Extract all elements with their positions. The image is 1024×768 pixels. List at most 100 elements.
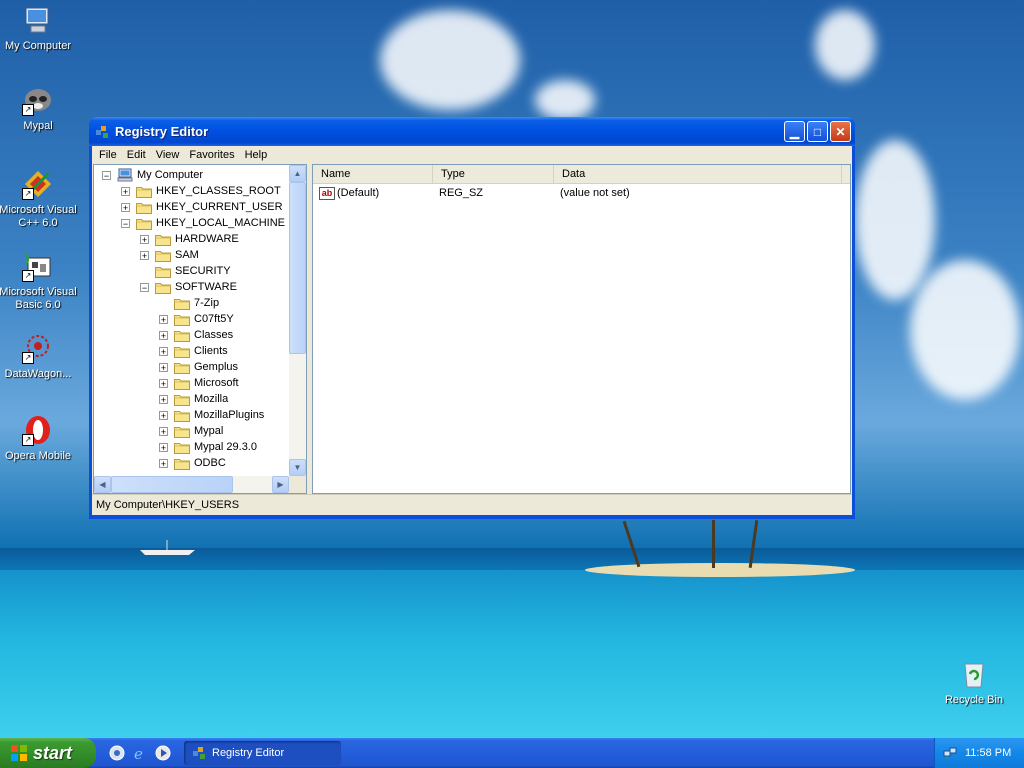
scroll-thumb[interactable]: [111, 476, 233, 493]
values-list-pane[interactable]: Name Type Data ab (Default) REG_SZ (valu…: [312, 164, 851, 494]
scroll-up-button[interactable]: ▲: [289, 165, 306, 182]
value-name: (Default): [337, 187, 380, 199]
expand-icon[interactable]: +: [140, 234, 149, 244]
column-header-type[interactable]: Type: [433, 165, 554, 183]
tree-node[interactable]: + HARDWARE: [94, 231, 289, 247]
tree-node[interactable]: + MozillaPlugins: [94, 407, 289, 423]
internet-explorer-icon[interactable]: e: [131, 744, 149, 762]
column-header-data[interactable]: Data: [554, 165, 842, 183]
tree-node[interactable]: − My Computer: [94, 167, 289, 183]
scroll-left-button[interactable]: ◀: [94, 476, 111, 493]
expand-icon[interactable]: +: [159, 314, 168, 324]
expand-icon[interactable]: +: [159, 410, 168, 420]
expand-icon[interactable]: +: [140, 250, 149, 260]
menu-edit[interactable]: Edit: [122, 148, 151, 162]
folder-icon: [174, 345, 190, 358]
tree-node[interactable]: + Gemplus: [94, 359, 289, 375]
expand-icon[interactable]: +: [159, 330, 168, 340]
tree-node[interactable]: SECURITY: [94, 263, 289, 279]
menu-view[interactable]: View: [151, 148, 185, 162]
tree-node-label: Mozilla: [194, 393, 229, 405]
folder-icon: [136, 201, 152, 214]
desktop-icon-label: My Computer: [4, 40, 72, 52]
tree-node[interactable]: + HKEY_CURRENT_USER: [94, 199, 289, 215]
tree-node[interactable]: + HKEY_CLASSES_ROOT: [94, 183, 289, 199]
tree-node-label: SECURITY: [175, 265, 231, 277]
tree-node-label: ODBC: [194, 457, 226, 469]
menu-favorites[interactable]: Favorites: [184, 148, 239, 162]
media-player-icon[interactable]: [154, 744, 172, 762]
start-button[interactable]: start: [0, 738, 96, 768]
tree-node-label: Mypal: [194, 425, 224, 437]
desktop-icon-label: Microsoft Visual Basic 6.0: [0, 286, 77, 311]
svg-text:e: e: [134, 745, 143, 762]
minimize-icon: ▁: [789, 124, 800, 139]
tree-node[interactable]: − SOFTWARE: [94, 279, 289, 295]
network-icon[interactable]: [943, 746, 957, 760]
desktop-icon-recycle-bin[interactable]: Recycle Bin: [934, 658, 1014, 707]
expand-icon[interactable]: +: [121, 186, 130, 196]
desktop-icon-visual-basic[interactable]: ↗ Microsoft Visual Basic 6.0: [0, 250, 78, 312]
tree-node[interactable]: + Classes: [94, 327, 289, 343]
desktop-icon-mypal[interactable]: ↗ Mypal: [0, 84, 78, 133]
close-button[interactable]: ✕: [830, 121, 851, 142]
menu-file[interactable]: File: [94, 148, 122, 162]
desktop-icon-visual-cpp[interactable]: ↗ Microsoft Visual C++ 6.0: [0, 168, 78, 230]
tree-node[interactable]: + Mozilla: [94, 391, 289, 407]
collapse-icon[interactable]: −: [140, 282, 149, 292]
collapse-icon[interactable]: −: [102, 170, 111, 180]
expand-icon[interactable]: +: [159, 426, 168, 436]
minimize-button[interactable]: ▁: [784, 121, 805, 142]
expand-icon[interactable]: +: [159, 442, 168, 452]
tree-node[interactable]: 7-Zip: [94, 295, 289, 311]
system-tray: 11:58 PM: [934, 738, 1024, 768]
menu-help[interactable]: Help: [240, 148, 273, 162]
tree-node[interactable]: + C07ft5Y: [94, 311, 289, 327]
folder-icon: [174, 457, 190, 470]
collapse-icon[interactable]: −: [121, 218, 130, 228]
tree-node[interactable]: + Microsoft: [94, 375, 289, 391]
desktop-icon-my-computer[interactable]: My Computer: [0, 4, 78, 53]
tree-node[interactable]: + ODBC: [94, 455, 289, 471]
shortcut-arrow-icon: ↗: [22, 352, 34, 364]
list-item[interactable]: ab (Default) REG_SZ (value not set): [313, 184, 850, 202]
expand-icon[interactable]: +: [159, 362, 168, 372]
visual-basic-icon: ↗: [22, 250, 54, 282]
quicklaunch-desktop-icon[interactable]: [108, 744, 126, 762]
tree-vertical-scrollbar[interactable]: ▲ ▼: [289, 165, 306, 476]
registry-editor-window[interactable]: Registry Editor ▁ □ ✕ File Edit View Fav…: [89, 117, 855, 519]
column-header-name[interactable]: Name: [313, 165, 433, 183]
folder-icon: [174, 361, 190, 374]
taskbar-button-registry-editor[interactable]: Registry Editor: [184, 741, 341, 765]
start-label: start: [33, 742, 73, 763]
tree-node[interactable]: − HKEY_LOCAL_MACHINE: [94, 215, 289, 231]
tree-node-label: Microsoft: [194, 377, 239, 389]
key-tree-pane[interactable]: − My Computer + HKEY_CLASSES_ROOT + HKEY_CURR…: [93, 164, 307, 494]
list-header: Name Type Data: [313, 165, 850, 184]
tree-node[interactable]: + Mypal: [94, 423, 289, 439]
expand-icon[interactable]: +: [159, 458, 168, 468]
tree-node[interactable]: + Mypal 29.3.0: [94, 439, 289, 455]
maximize-button[interactable]: □: [807, 121, 828, 142]
clock[interactable]: 11:58 PM: [965, 747, 1011, 759]
expand-icon[interactable]: +: [121, 202, 130, 212]
desktop-icon-opera-mobile[interactable]: ↗ Opera Mobile: [0, 414, 78, 463]
expand-icon[interactable]: +: [159, 378, 168, 388]
scroll-thumb[interactable]: [289, 182, 306, 354]
sailboat: [140, 540, 195, 555]
opera-icon: ↗: [22, 414, 54, 446]
tree-node[interactable]: + SAM: [94, 247, 289, 263]
tree-node[interactable]: + Clients: [94, 343, 289, 359]
chevron-up-icon: ▲: [293, 169, 302, 178]
title-bar[interactable]: Registry Editor ▁ □ ✕: [89, 117, 855, 146]
tree-horizontal-scrollbar[interactable]: ◀ ▶: [94, 476, 289, 493]
scroll-right-button[interactable]: ▶: [272, 476, 289, 493]
folder-icon: [174, 393, 190, 406]
expand-icon[interactable]: +: [159, 394, 168, 404]
tree-node-label: HKEY_CLASSES_ROOT: [156, 185, 281, 197]
scroll-down-button[interactable]: ▼: [289, 459, 306, 476]
expand-icon[interactable]: +: [159, 346, 168, 356]
desktop-icon-datawagon[interactable]: ↗ DataWagon...: [0, 332, 78, 381]
